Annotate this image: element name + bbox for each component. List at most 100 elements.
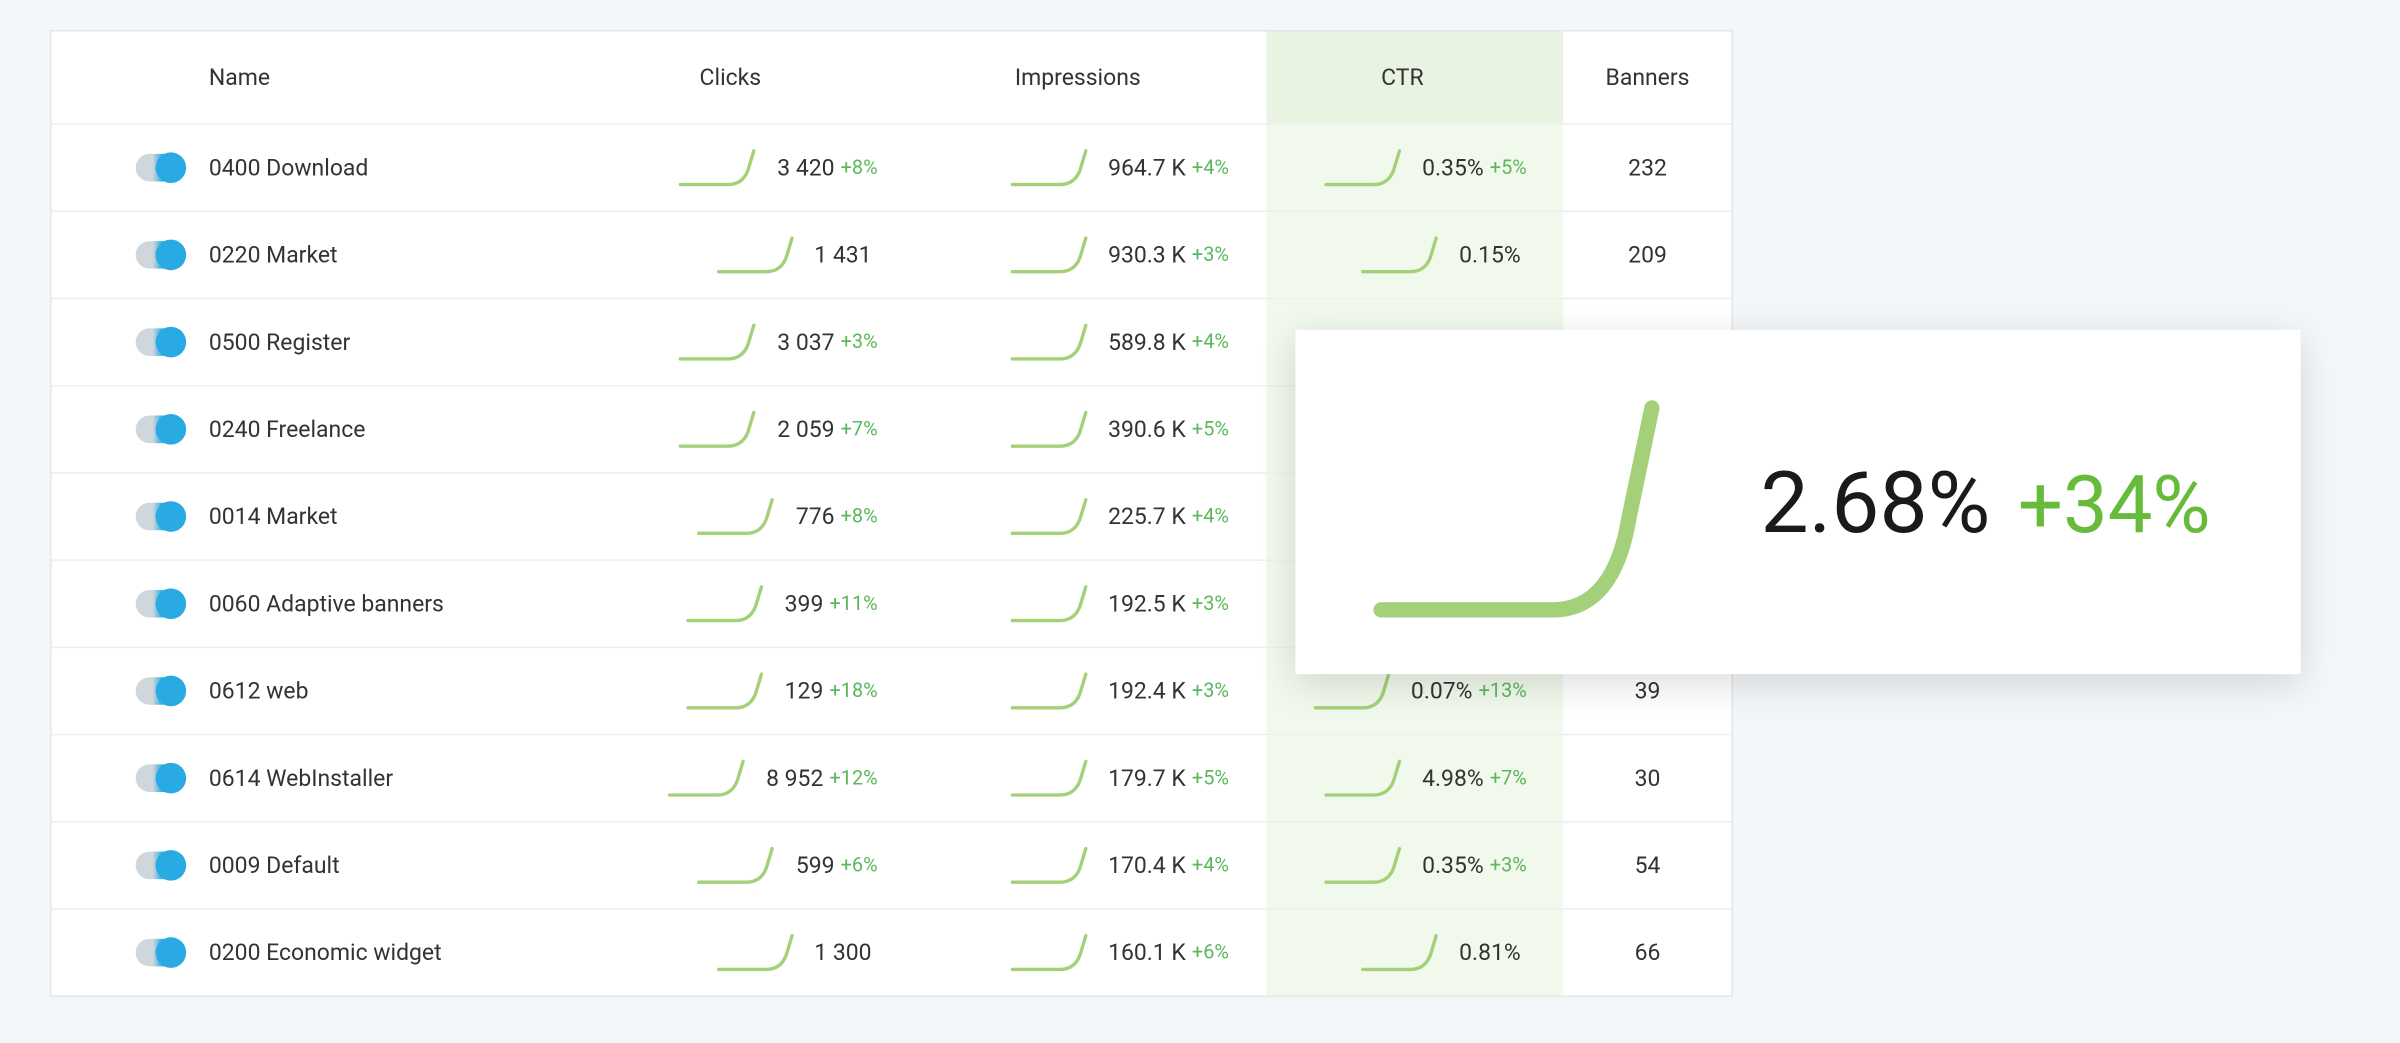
sparkline-icon (1009, 931, 1093, 974)
sparkline-icon (1009, 582, 1093, 625)
clicks-value: 776 (796, 503, 835, 531)
impressions-value: 170.4 K (1108, 852, 1186, 880)
sparkline-icon (1360, 233, 1444, 276)
banners-value: 232 (1628, 154, 1667, 182)
row-name: 0009 Default (209, 852, 340, 880)
row-name: 0240 Freelance (209, 416, 366, 444)
sparkline-icon (678, 408, 762, 451)
row-toggle[interactable] (135, 241, 184, 269)
ctr-delta: +7% (1490, 767, 1527, 790)
col-name[interactable]: Name (197, 32, 571, 124)
sparkline-icon (667, 757, 751, 800)
impressions-delta: +4% (1192, 854, 1229, 877)
row-name: 0220 Market (209, 241, 338, 269)
clicks-value: 129 (785, 677, 824, 705)
ctr-delta: +5% (1490, 156, 1527, 179)
row-toggle[interactable] (135, 677, 184, 705)
row-toggle[interactable] (135, 503, 184, 531)
sparkline-icon (1009, 495, 1093, 538)
col-impressions[interactable]: Impressions (914, 32, 1265, 124)
row-name: 0200 Economic widget (209, 939, 442, 967)
ctr-delta: +3% (1490, 854, 1527, 877)
banners-value: 30 (1635, 764, 1661, 792)
impressions-delta: +3% (1192, 679, 1229, 702)
impressions-delta: +3% (1192, 243, 1229, 266)
ctr-value: 0.35% (1422, 154, 1484, 182)
table-header: Name Clicks Impressions CTR Banners (52, 32, 1732, 124)
impressions-delta: +4% (1192, 505, 1229, 528)
clicks-delta: +7% (841, 418, 878, 441)
sparkline-icon (1009, 146, 1093, 189)
ctr-delta: +13% (1479, 679, 1527, 702)
impressions-delta: +4% (1192, 156, 1229, 179)
clicks-value: 2 059 (777, 416, 834, 444)
sparkline-icon (696, 495, 780, 538)
impressions-value: 225.7 K (1108, 503, 1186, 531)
sparkline-icon (1009, 757, 1093, 800)
sparkline-icon (685, 582, 769, 625)
row-name: 0400 Download (209, 154, 368, 182)
col-banners[interactable]: Banners (1564, 32, 1732, 124)
sparkline-icon (1323, 844, 1407, 887)
impressions-value: 192.4 K (1108, 677, 1186, 705)
clicks-value: 1 431 (814, 241, 871, 269)
clicks-delta: +18% (829, 679, 877, 702)
sparkline-icon (1009, 670, 1093, 713)
sparkline-icon (678, 146, 762, 189)
clicks-value: 3 420 (777, 154, 834, 182)
col-ctr[interactable]: CTR (1266, 32, 1564, 124)
ctr-value: 0.35% (1422, 852, 1484, 880)
banners-value: 66 (1635, 939, 1661, 967)
table-row[interactable]: 0220 Market 1 431 930.3 K +3% 0.15% 209 (52, 211, 1732, 298)
table-row[interactable]: 0200 Economic widget1 300160.1 K+6%0.81%… (52, 908, 1732, 995)
sparkline-icon (1323, 146, 1407, 189)
sparkline-icon (1009, 844, 1093, 887)
row-toggle[interactable] (135, 416, 184, 444)
row-toggle[interactable] (135, 939, 184, 967)
row-toggle[interactable] (135, 852, 184, 880)
ctr-value: 0.15% (1459, 241, 1521, 269)
impressions-delta: +6% (1192, 941, 1229, 964)
sparkline-icon (715, 931, 799, 974)
impressions-value: 589.8 K (1108, 328, 1186, 356)
clicks-value: 399 (785, 590, 824, 618)
impressions-value: 390.6 K (1108, 416, 1186, 444)
clicks-delta: +3% (841, 331, 878, 354)
table-row[interactable]: 0400 Download3 420+8%964.7 K+4%0.35%+5%2… (52, 123, 1732, 210)
sparkline-icon (715, 233, 799, 276)
sparkline-icon (1360, 931, 1444, 974)
impressions-value: 179.7 K (1108, 764, 1186, 792)
clicks-value: 3 037 (777, 328, 834, 356)
ctr-callout: 2.68% +34% (1295, 330, 2300, 674)
banners-value: 209 (1628, 241, 1667, 269)
callout-delta: +34% (2018, 458, 2211, 551)
row-toggle[interactable] (135, 764, 184, 792)
ctr-value: 0.07% (1411, 677, 1473, 705)
sparkline-icon (1369, 380, 1690, 625)
sparkline-icon (1009, 321, 1093, 364)
impressions-value: 160.1 K (1108, 939, 1186, 967)
sparkline-icon (678, 321, 762, 364)
impressions-delta: +4% (1192, 331, 1229, 354)
banners-value: 54 (1635, 852, 1661, 880)
row-toggle[interactable] (135, 328, 184, 356)
row-toggle[interactable] (135, 154, 184, 182)
clicks-value: 599 (796, 852, 835, 880)
clicks-value: 8 952 (766, 764, 823, 792)
sparkline-icon (1323, 757, 1407, 800)
row-name: 0614 WebInstaller (209, 764, 393, 792)
table-row[interactable]: 0614 WebInstaller8 952+12%179.7 K+5%4.98… (52, 734, 1732, 821)
clicks-delta: +8% (841, 156, 878, 179)
sparkline-icon (1311, 670, 1395, 713)
callout-value: 2.68% (1761, 452, 1991, 553)
row-toggle[interactable] (135, 590, 184, 618)
clicks-delta: +6% (841, 854, 878, 877)
row-name: 0014 Market (209, 503, 338, 531)
col-clicks[interactable]: Clicks (571, 32, 915, 124)
impressions-value: 192.5 K (1108, 590, 1186, 618)
table-row[interactable]: 0009 Default 599 +6% 170.4 K +4% 0.35% +3% 54 (52, 821, 1732, 908)
impressions-value: 930.3 K (1108, 241, 1186, 269)
row-name: 0612 web (209, 677, 309, 705)
impressions-delta: +5% (1192, 418, 1229, 441)
impressions-delta: +3% (1192, 592, 1229, 615)
